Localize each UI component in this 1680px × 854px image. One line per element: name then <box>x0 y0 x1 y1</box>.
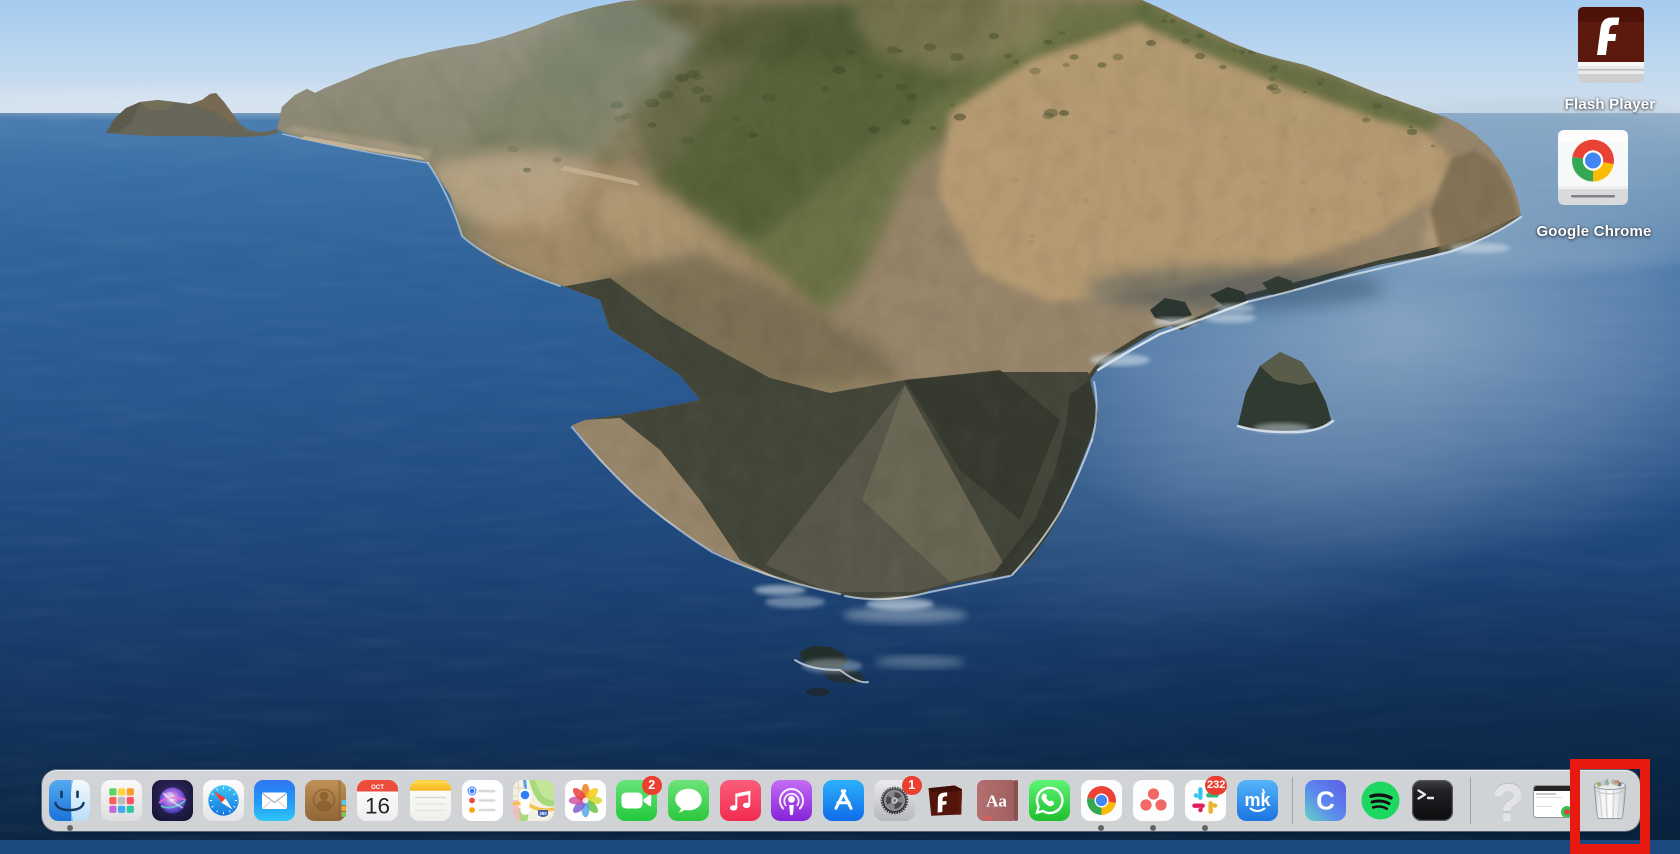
svg-text:Aa: Aa <box>986 792 1007 811</box>
svg-text:mk: mk <box>1244 790 1271 810</box>
svg-text:16: 16 <box>365 794 390 819</box>
svg-text:OCT: OCT <box>371 784 384 791</box>
svg-text:C: C <box>1316 786 1335 816</box>
svg-text:280: 280 <box>539 811 547 816</box>
